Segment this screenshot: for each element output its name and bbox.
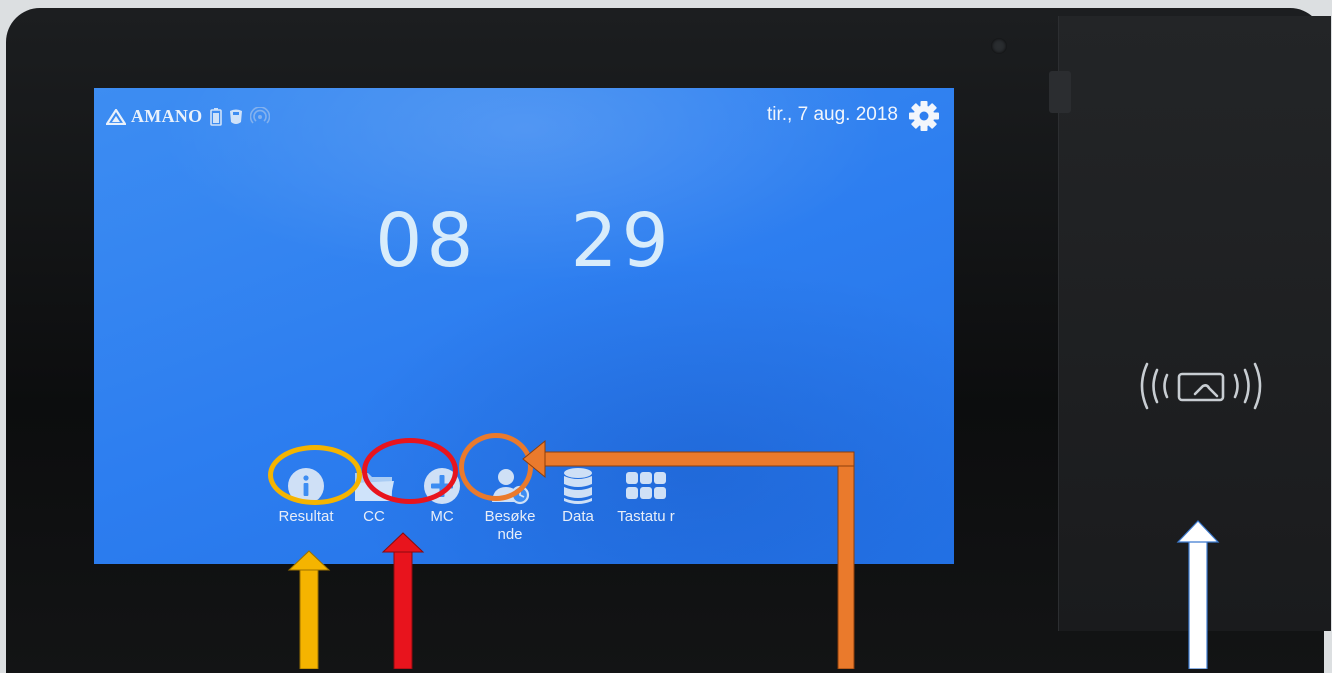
- red-arrow: [381, 532, 425, 669]
- orange-arrow: [522, 439, 855, 669]
- yellow-arrow: [287, 550, 331, 669]
- white-arrow: [1176, 520, 1220, 669]
- annotation-arrows: [287, 439, 1220, 669]
